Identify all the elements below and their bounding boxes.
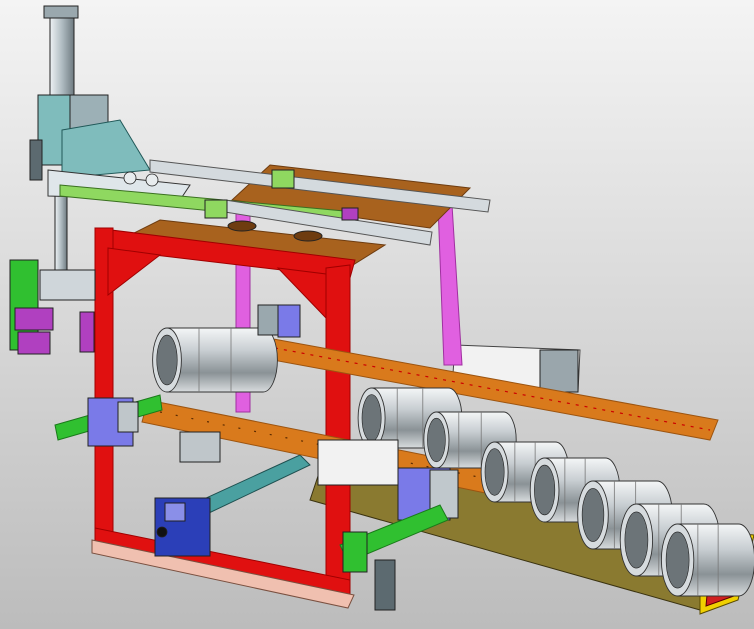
motor-end-cap: [164, 502, 186, 522]
can-opening: [427, 417, 446, 463]
lift-column-cap: [43, 5, 79, 19]
rail-carriage: [271, 169, 295, 189]
rail-end-stop: [341, 207, 359, 221]
can-opening: [484, 448, 505, 496]
front-mounting-plate: [317, 439, 399, 486]
lift-column-lower: [54, 189, 68, 281]
mount-hole-icon: [145, 173, 159, 187]
left-gripper-block: [39, 269, 96, 301]
can-opening: [624, 511, 649, 569]
rear-actuator: [277, 304, 301, 338]
motor-shaft-icon: [156, 526, 168, 538]
can-opening: [534, 464, 556, 516]
front-left-actuator-cap: [117, 401, 139, 433]
lift-side-block: [29, 139, 43, 181]
left-gripper-pad: [14, 307, 54, 331]
front-right-clamp: [342, 531, 368, 573]
plate-hole-icon: [293, 230, 323, 242]
mount-hole-icon: [123, 171, 137, 185]
can-opening: [665, 531, 690, 589]
front-right-bracket: [374, 559, 396, 611]
mid-bearing-block: [179, 431, 221, 463]
can-opening: [361, 394, 382, 442]
can-body: [166, 327, 278, 393]
can-opening: [581, 488, 605, 542]
lift-column-upper: [49, 9, 75, 106]
left-gripper-finger: [79, 311, 95, 353]
rail-carriage: [204, 199, 228, 219]
cad-viewport[interactable]: [0, 0, 754, 629]
plate-hole-icon: [227, 220, 257, 232]
assembly-model-3d[interactable]: [0, 0, 754, 629]
rear-guide-block: [539, 349, 579, 393]
left-gripper-pad: [17, 331, 51, 355]
can-opening: [156, 334, 178, 386]
